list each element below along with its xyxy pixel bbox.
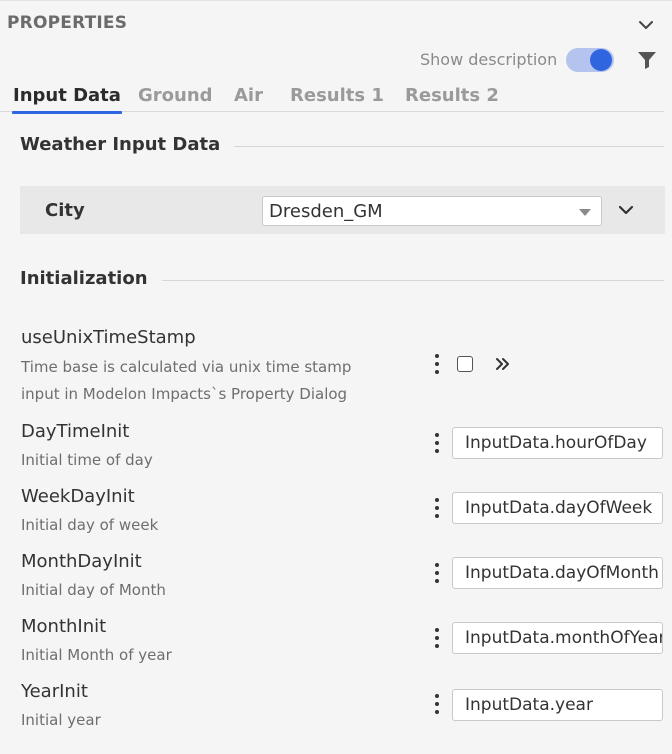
param-name-month-day-init: MonthDayInit — [21, 551, 142, 572]
param-name-day-time-init: DayTimeInit — [21, 421, 130, 442]
filter-icon[interactable] — [636, 50, 658, 70]
section-divider — [145, 280, 664, 281]
more-options-icon[interactable] — [432, 497, 442, 519]
tab-input-data[interactable]: Input Data — [12, 85, 122, 114]
city-select[interactable]: Dresden_GM — [262, 196, 602, 226]
day-time-init-input[interactable] — [452, 427, 663, 459]
param-name-year-init: YearInit — [21, 681, 88, 702]
city-select-value: Dresden_GM — [269, 201, 383, 222]
month-init-input[interactable] — [452, 622, 663, 654]
more-options-icon[interactable] — [432, 353, 442, 375]
show-description-toggle[interactable] — [566, 48, 614, 72]
param-desc: Initial day of Month — [21, 581, 166, 599]
tab-bar: Input Data Ground Air Results 1 Results … — [0, 81, 664, 114]
month-day-init-input[interactable] — [452, 557, 663, 589]
more-options-icon[interactable] — [432, 432, 442, 454]
more-options-icon[interactable] — [432, 693, 442, 715]
year-init-input[interactable] — [452, 689, 663, 721]
param-desc-line: Time base is calculated via unix time st… — [21, 358, 352, 376]
tab-results-1[interactable]: Results 1 — [290, 85, 384, 106]
tab-air[interactable]: Air — [234, 85, 263, 106]
more-options-icon[interactable] — [432, 627, 442, 649]
param-desc: Initial day of week — [21, 516, 159, 534]
caret-down-icon — [579, 209, 591, 216]
double-chevron-right-icon[interactable] — [494, 355, 512, 373]
param-desc: Initial year — [21, 711, 101, 729]
chevron-down-icon[interactable] — [636, 15, 656, 35]
week-day-init-input[interactable] — [452, 492, 663, 524]
properties-panel: PROPERTIES Show description Input Data G… — [0, 0, 672, 754]
section-divider — [210, 146, 664, 147]
toggle-knob — [590, 49, 612, 71]
show-description-label: Show description — [420, 50, 558, 69]
initialization-section-title: Initialization — [20, 268, 162, 289]
panel-title: PROPERTIES — [7, 13, 128, 33]
weather-section-title: Weather Input Data — [20, 134, 235, 155]
use-unix-time-stamp-checkbox[interactable] — [457, 356, 473, 372]
chevron-down-icon[interactable] — [616, 200, 636, 220]
param-name-week-day-init: WeekDayInit — [21, 486, 135, 507]
param-desc-line: input in Modelon Impacts`s Property Dial… — [21, 385, 348, 403]
tab-results-2[interactable]: Results 2 — [405, 85, 499, 106]
more-options-icon[interactable] — [432, 562, 442, 584]
param-name-month-init: MonthInit — [21, 616, 107, 637]
param-desc: Initial Month of year — [21, 646, 172, 664]
param-desc: Initial time of day — [21, 451, 153, 469]
city-row: City Dresden_GM — [20, 186, 665, 234]
city-label: City — [45, 200, 85, 221]
param-name-use-unix-time-stamp: useUnixTimeStamp — [21, 327, 196, 348]
tab-ground[interactable]: Ground — [138, 85, 213, 106]
